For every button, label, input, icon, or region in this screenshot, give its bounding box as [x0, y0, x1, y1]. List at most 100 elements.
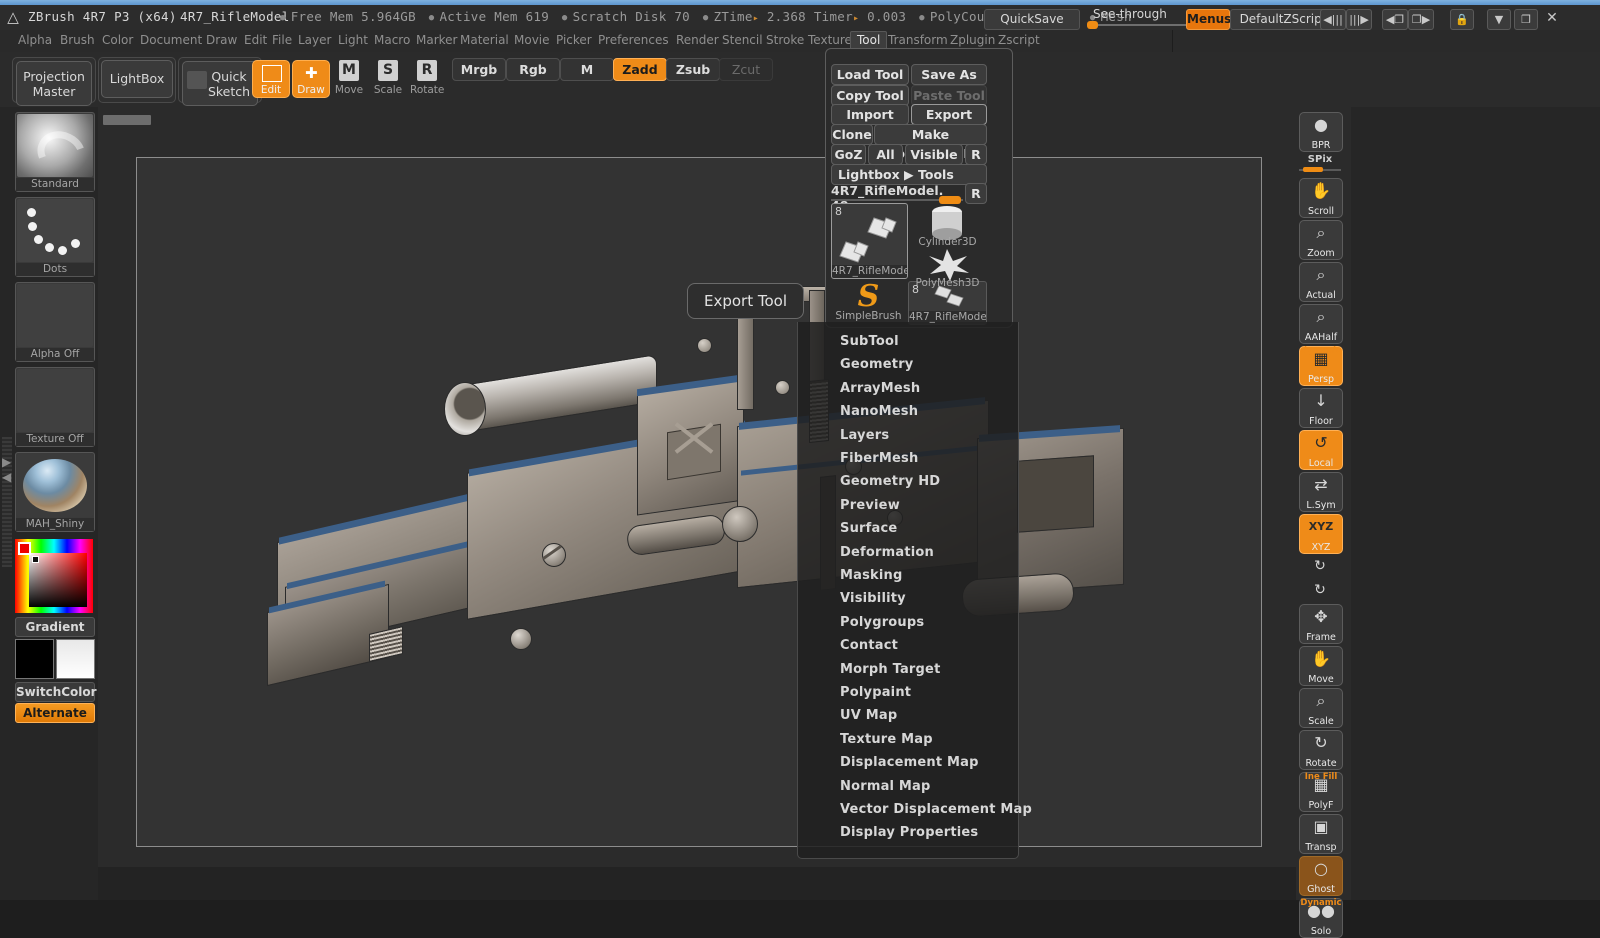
paste-tool-button[interactable]: Paste Tool — [911, 85, 987, 106]
tool-menu-display-properties[interactable]: Display Properties — [840, 825, 978, 840]
tool-menu-morph-target[interactable]: Morph Target — [840, 662, 940, 677]
brush-selector[interactable]: Standard — [15, 112, 95, 192]
right-shelf-xyz-button[interactable]: XYZ XYZ — [1299, 514, 1343, 554]
m-button[interactable]: M — [560, 58, 614, 81]
tool-menu-polygroups[interactable]: Polygroups — [840, 615, 924, 630]
all-button[interactable]: All — [868, 144, 903, 165]
export-button[interactable]: Export — [911, 104, 987, 125]
quicksave-button[interactable]: QuickSave — [984, 9, 1080, 30]
menus-button[interactable]: Menus — [1186, 9, 1231, 30]
tool-thumb-rifle-selected[interactable]: 8 4R7_RifleModel — [831, 203, 908, 279]
tool-menu-layers[interactable]: Layers — [840, 428, 889, 443]
right-shelf-actual-button[interactable]: ⌕ Actual — [1299, 262, 1343, 302]
see-through-knob[interactable] — [1087, 21, 1098, 29]
rgb-button[interactable]: Rgb — [506, 58, 560, 81]
right-shelf-frame-button[interactable]: ✥ Frame — [1299, 604, 1343, 644]
primary-color-swatch[interactable] — [15, 639, 54, 679]
stroke-selector[interactable]: Dots — [15, 197, 95, 277]
right-shelf-local-button[interactable]: ↺ Local — [1299, 430, 1343, 470]
move-button[interactable]: M Move — [332, 60, 366, 96]
right-shelf-rotate-button[interactable]: ↻ Rotate — [1299, 730, 1343, 770]
right-shelf-move-button[interactable]: ✋ Move — [1299, 646, 1343, 686]
right-shelf-solo-button[interactable]: Dynamic ●● Solo — [1299, 898, 1343, 938]
right-shelf-scale-button[interactable]: ⌕ Scale — [1299, 688, 1343, 728]
menu-item-transform[interactable]: Transform — [882, 31, 954, 49]
tool-thumb-cylinder3d[interactable]: Cylinder3D — [910, 203, 985, 249]
tool-menu-geometry-hd[interactable]: Geometry HD — [840, 474, 940, 489]
tool-menu-fibermesh[interactable]: FiberMesh — [840, 451, 918, 466]
tool-menu-polypaint[interactable]: Polypaint — [840, 685, 911, 700]
color-picker[interactable] — [15, 539, 93, 613]
tool-menu-visibility[interactable]: Visibility — [840, 591, 906, 606]
menu-item-draw[interactable]: Draw — [200, 31, 243, 49]
right-shelf-ghost-button[interactable]: ○ Ghost — [1299, 856, 1343, 896]
tool-menu-displacement-map[interactable]: Displacement Map — [840, 755, 979, 770]
right-shelf-bpr-button[interactable]: ● BPR — [1299, 112, 1343, 152]
save-as-button[interactable]: Save As — [911, 64, 987, 85]
alpha-selector[interactable]: Alpha Off — [15, 282, 95, 362]
visible-r-button[interactable]: R — [965, 144, 987, 165]
menu-item-color[interactable]: Color — [96, 31, 139, 49]
tool-menu-subtool[interactable]: SubTool — [840, 334, 899, 349]
menu-item-document[interactable]: Document — [134, 31, 208, 49]
projection-master-button[interactable]: Projection Master — [16, 61, 92, 106]
tool-menu-normal-map[interactable]: Normal Map — [840, 779, 931, 794]
visible-button[interactable]: Visible — [905, 144, 963, 165]
menu-item-zscript[interactable]: Zscript — [992, 31, 1046, 49]
tool-menu-geometry[interactable]: Geometry — [840, 357, 913, 372]
make-polymesh3d-button[interactable]: Make PolyMesh3D — [874, 124, 987, 161]
secondary-color-swatch[interactable] — [56, 639, 95, 679]
tool-menu-deformation[interactable]: Deformation — [840, 545, 934, 560]
tool-menu-arraymesh[interactable]: ArrayMesh — [840, 381, 920, 396]
zcut-button[interactable]: Zcut — [719, 58, 773, 81]
left-shelf-collapse-icon[interactable]: ◀ — [2, 470, 11, 484]
right-shelf-polyf-button[interactable]: Ine Fill ▦ PolyF — [1299, 772, 1343, 812]
right-shelf-scroll-button[interactable]: ✋ Scroll — [1299, 178, 1343, 218]
color-picker-marker-sv[interactable] — [32, 556, 39, 563]
right-shelf-persp-button[interactable]: dynamic ▦ Persp — [1299, 346, 1343, 386]
right-shelf-aahalf-button[interactable]: ⌕ AAHalf — [1299, 304, 1343, 344]
rifle-3d-model[interactable] — [137, 158, 1261, 846]
tool-menu-surface[interactable]: Surface — [840, 521, 897, 536]
close-icon[interactable]: ✕ — [1541, 9, 1563, 28]
alternate-button[interactable]: Alternate — [15, 703, 95, 723]
tool-menu-preview[interactable]: Preview — [840, 498, 900, 513]
clone-button[interactable]: Clone — [831, 124, 873, 145]
current-tool-slider[interactable]: 4R7_RifleModel. 48 — [831, 183, 963, 213]
right-shelf-floor-button[interactable]: ↓ Floor — [1299, 388, 1343, 428]
mrgb-button[interactable]: Mrgb — [452, 58, 506, 81]
right-shelf-zoom-button[interactable]: ⌕ Zoom — [1299, 220, 1343, 260]
tool-menu-contact[interactable]: Contact — [840, 638, 898, 653]
zadd-button[interactable]: Zadd — [613, 58, 667, 81]
right-shelf-y-button[interactable]: ↻ — [1299, 556, 1341, 578]
color-picker-marker-hue[interactable] — [18, 542, 31, 555]
import-button[interactable]: Import — [831, 104, 909, 125]
restore-icon[interactable]: ❐ — [1514, 9, 1538, 30]
menu-item-preferences[interactable]: Preferences — [592, 31, 675, 49]
right-shelf-transp-button[interactable]: ▣ Transp — [1299, 814, 1343, 854]
tool-menu-texture-map[interactable]: Texture Map — [840, 732, 933, 747]
switch-color-button[interactable]: SwitchColor — [15, 682, 97, 702]
right-shelf-l-sym-button[interactable]: ⇄ L.Sym — [1299, 472, 1343, 512]
tool-thumb-polymesh3d[interactable]: PolyMesh3D — [910, 248, 985, 290]
quick-sketch-button[interactable]: Quick Sketch — [182, 61, 258, 106]
tool-menu-nanomesh[interactable]: NanoMesh — [840, 404, 918, 419]
tool-menu-uv-map[interactable]: UV Map — [840, 708, 897, 723]
edit-button[interactable]: Edit — [252, 60, 290, 98]
rotate-button[interactable]: R Rotate — [410, 60, 444, 96]
goz-button[interactable]: GoZ — [831, 144, 866, 165]
tool-menu-masking[interactable]: Masking — [840, 568, 903, 583]
document-canvas[interactable]: Export Tool — [136, 157, 1262, 847]
tool-thumb-simplebrush[interactable]: S SimpleBrush — [831, 279, 906, 323]
right-shelf-z-button[interactable]: ↻ — [1299, 580, 1341, 602]
tool-menu-vector-displacement-map[interactable]: Vector Displacement Map — [840, 802, 1032, 817]
material-selector[interactable]: MAH_Shiny — [15, 452, 95, 532]
lightbox-tools-button[interactable]: Lightbox ▶ Tools — [831, 164, 987, 185]
minimize-icon[interactable]: ▼ — [1487, 9, 1511, 30]
canvas-scroll-indicator[interactable] — [103, 115, 151, 125]
layout-prev-icon[interactable]: ◀❐ — [1382, 9, 1408, 30]
layout-next-icon[interactable]: ❐▶ — [1408, 9, 1434, 30]
texture-selector[interactable]: Texture Off — [15, 367, 95, 447]
menu-item-brush[interactable]: Brush — [54, 31, 101, 49]
current-tool-r-button[interactable]: R — [965, 183, 987, 204]
